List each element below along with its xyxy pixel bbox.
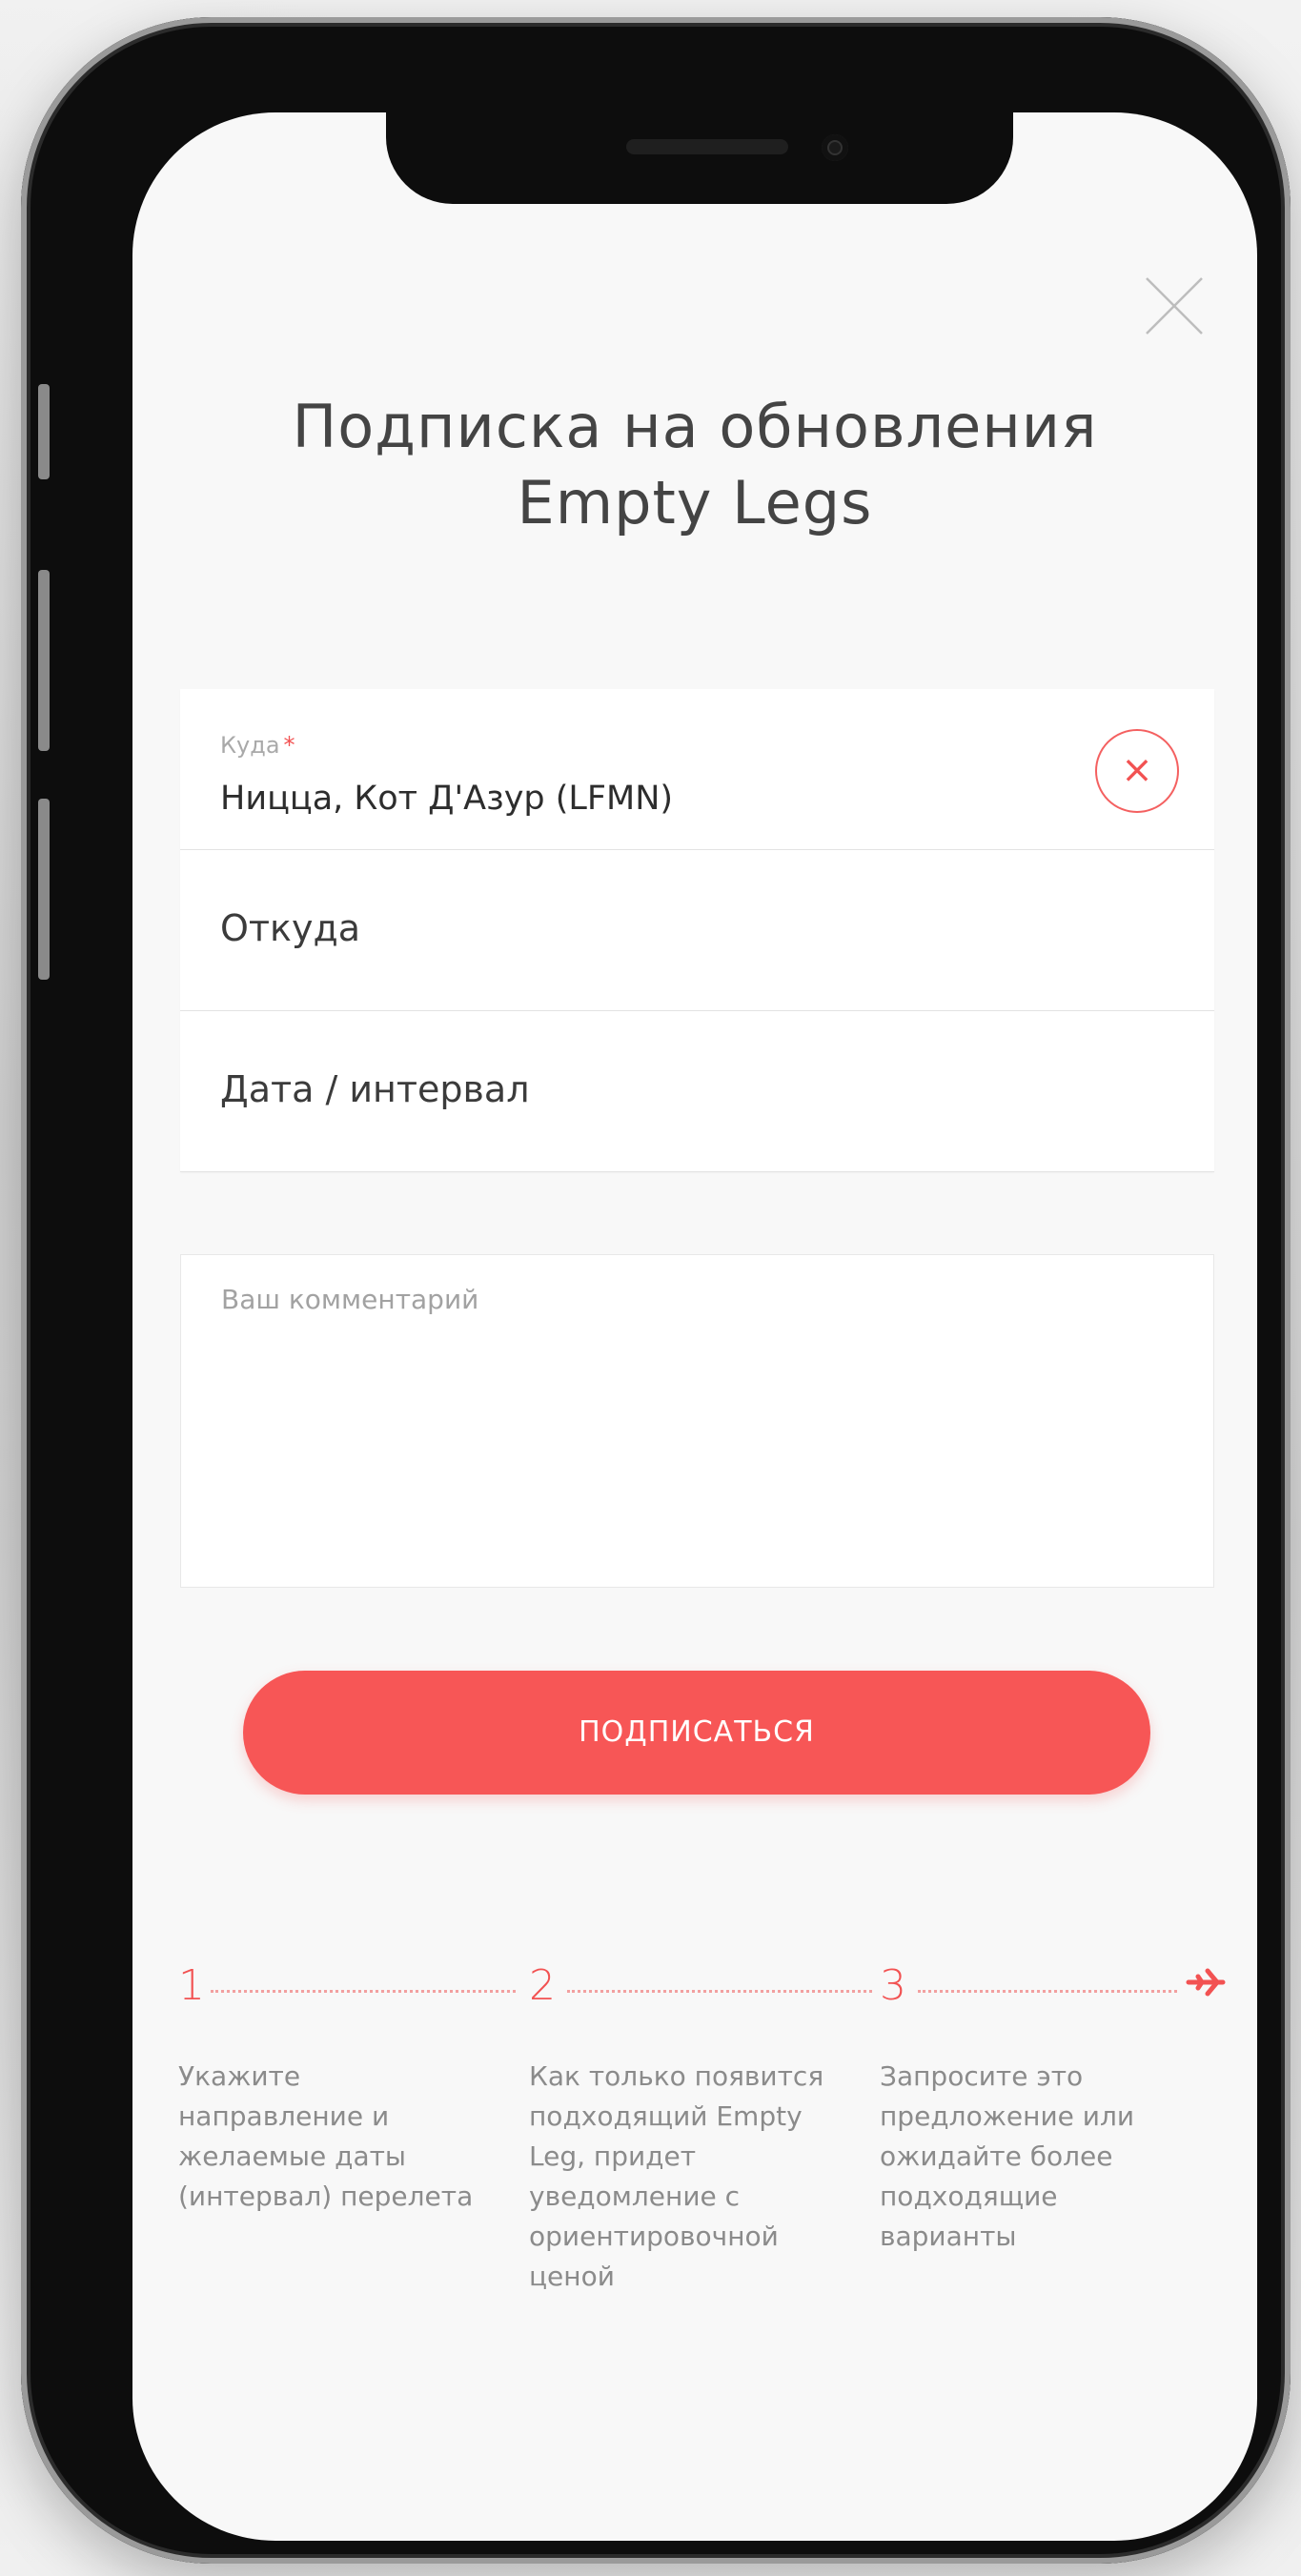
destination-field[interactable]: Куда * Ницца, Кот Д'Азур (LFMN) × — [180, 689, 1214, 850]
notch — [386, 112, 1013, 204]
page-title: Подписка на обновления Empty Legs — [132, 389, 1257, 541]
speaker-grille — [626, 139, 788, 154]
phone-screen: Подписка на обновления Empty Legs Куда * … — [132, 112, 1257, 2541]
mute-switch — [38, 384, 50, 479]
origin-placeholder: Откуда — [220, 907, 361, 949]
comment-textarea[interactable]: Ваш комментарий — [180, 1254, 1214, 1588]
volume-down-button — [38, 799, 50, 980]
front-camera — [822, 134, 848, 161]
phone-frame: Подписка на обновления Empty Legs Куда * … — [21, 17, 1291, 2564]
comment-placeholder: Ваш комментарий — [221, 1284, 479, 1315]
required-mark: * — [283, 732, 295, 759]
destination-value[interactable]: Ницца, Кот Д'Азур (LFMN) — [220, 780, 673, 818]
step-1-text: Укажите направление и желаемые даты (инт… — [178, 2060, 474, 2212]
title-line-2: Empty Legs — [517, 468, 873, 538]
clear-icon[interactable]: × — [1095, 729, 1179, 813]
step-2-dots — [567, 1990, 872, 1993]
subscribe-button[interactable]: ПОДПИСАТЬСЯ — [243, 1671, 1150, 1795]
title-line-1: Подписка на обновления — [292, 392, 1098, 461]
date-interval-placeholder: Дата / интервал — [220, 1068, 530, 1110]
destination-label: Куда * — [220, 732, 295, 759]
volume-up-button — [38, 570, 50, 751]
step-2-number: 2 — [529, 1961, 556, 2010]
step-3-text: Запросите это предложение или ожидайте б… — [880, 2060, 1135, 2252]
step-1-number: 1 — [178, 1961, 205, 2010]
step-2-text: Как только появится подходящий Empty Leg… — [529, 2060, 824, 2292]
step-1-dots — [211, 1990, 516, 1993]
plane-icon — [1186, 1968, 1226, 1997]
origin-field[interactable]: Откуда — [180, 850, 1214, 1011]
clear-glyph: × — [1121, 748, 1153, 792]
steps-progress: 1 2 3 — [178, 1961, 1226, 2018]
step-3-dots — [918, 1990, 1177, 1993]
date-interval-field[interactable]: Дата / интервал — [180, 1011, 1214, 1172]
step-3-number: 3 — [880, 1961, 906, 2010]
close-icon[interactable] — [1143, 274, 1206, 337]
